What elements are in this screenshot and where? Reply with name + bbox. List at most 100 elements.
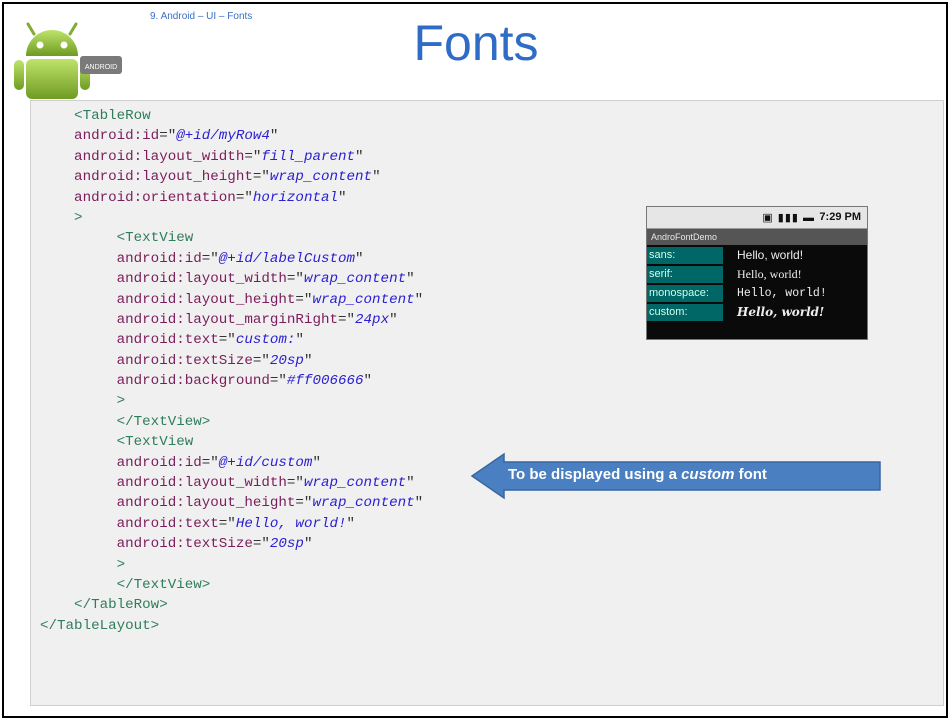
code-token-tag: </TextView>	[40, 413, 211, 430]
code-token-tag: <TextView	[40, 434, 194, 451]
code-line: android:layout_height="wrap_content"	[40, 493, 424, 513]
code-token-eq: ="	[218, 515, 236, 532]
code-token-tag: </TableLayout>	[40, 617, 160, 634]
code-line: </TableRow>	[40, 595, 423, 615]
code-line: android:background="#ff006666"	[40, 371, 423, 391]
code-token-tag: <TextView	[40, 230, 194, 247]
code-line: android:textSize="20sp"	[40, 351, 423, 371]
code-token-attr: android:layout_height	[40, 291, 296, 308]
code-token-attr: android:layout_marginRight	[40, 311, 338, 328]
code-line: <TextView	[40, 432, 423, 452]
code-token-eq: "	[312, 454, 321, 471]
phone-screenshot: ▣ ▮▮▮ ▬ 7:29 PM AndroFontDemo sans: Hell…	[646, 206, 868, 340]
code-line: >	[40, 208, 423, 228]
code-token-attr: android:text	[40, 515, 219, 532]
code-token-eq: ="	[269, 373, 287, 390]
code-token-eq: ="	[218, 332, 236, 349]
code-line: android:layout_width="wrap_content"	[40, 269, 423, 289]
code-token-val: wrap_content	[312, 495, 415, 512]
code-line: android:layout_height="wrap_content"	[40, 167, 423, 187]
code-token-eq: "	[363, 373, 373, 390]
code-token-eq: "	[269, 128, 279, 145]
code-token-val: horizontal	[252, 189, 338, 206]
code-token-tag: </TextView>	[40, 576, 211, 593]
code-line: <TextView	[40, 228, 423, 248]
code-token-val: @+id/custom	[218, 454, 313, 471]
code-token-attr: android:id	[40, 250, 202, 267]
code-token-eq: "	[406, 271, 415, 288]
code-line: android:id="@+id/custom"	[40, 453, 423, 473]
code-line: </TextView>	[40, 575, 423, 595]
code-block: <TableRow android:id="@+id/myRow4" andro…	[40, 106, 423, 636]
code-token-eq: "	[338, 189, 347, 206]
code-token-bracket: >	[40, 209, 83, 226]
row-text: Hello, world!	[737, 267, 802, 281]
code-token-eq: ="	[286, 271, 304, 288]
code-line: android:layout_marginRight="24px"	[40, 310, 423, 330]
code-token-val: fill_parent	[261, 148, 356, 165]
code-token-eq: ="	[244, 148, 262, 165]
code-token-val: wrap_content	[303, 475, 407, 492]
code-token-val: @+id/myRow4	[176, 128, 270, 145]
code-token-eq: ="	[252, 536, 270, 553]
code-token-eq: ="	[235, 189, 253, 206]
status-bar: ▣ ▮▮▮ ▬ 7:29 PM	[647, 207, 867, 229]
code-token-tag: <TableRow	[40, 108, 151, 124]
code-token-attr: android:id	[40, 454, 202, 471]
code-token-eq: ="	[159, 128, 177, 145]
code-line: android:layout_width="fill_parent"	[40, 147, 423, 167]
row-label: serif:	[647, 266, 723, 283]
font-row-serif: serif: Hello, world!	[647, 266, 867, 283]
code-token-eq: "	[346, 515, 356, 532]
code-token-eq: "	[303, 536, 313, 553]
signal-battery-icon: ▣ ▮▮▮ ▬	[762, 212, 815, 224]
code-token-eq: ="	[295, 495, 313, 512]
code-token-val: Hello, world!	[235, 515, 347, 532]
code-line: android:textSize="20sp"	[40, 534, 423, 554]
code-token-val: wrap_content	[312, 291, 415, 308]
font-row-sans: sans: Hello, world!	[647, 247, 867, 264]
code-token-val: wrap_content	[269, 169, 373, 186]
font-row-custom: custom: Hello, world!	[647, 304, 867, 321]
code-token-eq: "	[372, 169, 381, 186]
code-token-eq: "	[414, 495, 424, 512]
code-line: android:layout_width="wrap_content"	[40, 473, 423, 493]
code-token-eq: "	[303, 352, 313, 369]
code-token-eq: "	[355, 250, 364, 267]
code-token-eq: ="	[201, 250, 219, 267]
code-token-val: #ff006666	[286, 373, 364, 390]
code-token-eq: ="	[252, 352, 270, 369]
code-line: android:text="custom:"	[40, 330, 423, 350]
code-line: android:id="@+id/myRow4"	[40, 126, 423, 146]
code-token-val: wrap_content	[303, 271, 407, 288]
callout-text: To be displayed using a custom font	[508, 466, 767, 483]
code-token-eq: "	[414, 291, 424, 308]
code-token-val: 20sp	[269, 352, 304, 369]
code-line: >	[40, 555, 423, 575]
code-token-val: @+id/labelCustom	[218, 250, 356, 267]
code-token-attr: android:layout_height	[40, 169, 253, 186]
code-token-attr: android:textSize	[40, 536, 253, 553]
code-token-val: 20sp	[269, 536, 304, 553]
code-token-attr: android:background	[40, 373, 270, 390]
code-line: >	[40, 391, 423, 411]
code-line: android:orientation="horizontal"	[40, 188, 423, 208]
code-token-attr: android:text	[40, 332, 219, 349]
code-line: </TableLayout>	[40, 616, 423, 636]
code-token-val: custom:	[235, 332, 296, 349]
code-token-eq: ="	[201, 454, 219, 471]
code-token-eq: "	[355, 148, 364, 165]
code-token-attr: android:layout_width	[40, 271, 287, 288]
code-token-eq: ="	[338, 311, 356, 328]
row-label: custom:	[647, 304, 723, 321]
row-label: sans:	[647, 247, 723, 264]
row-label: monospace:	[647, 285, 723, 302]
code-token-bracket: >	[40, 393, 126, 410]
code-line: android:id="@+id/labelCustom"	[40, 249, 423, 269]
code-token-attr: android:orientation	[40, 189, 236, 206]
code-token-attr: android:layout_height	[40, 495, 296, 512]
code-line: android:layout_height="wrap_content"	[40, 290, 424, 310]
code-token-attr: android:textSize	[40, 352, 253, 369]
code-token-eq: ="	[252, 169, 270, 186]
code-token-val: 24px	[355, 311, 390, 328]
